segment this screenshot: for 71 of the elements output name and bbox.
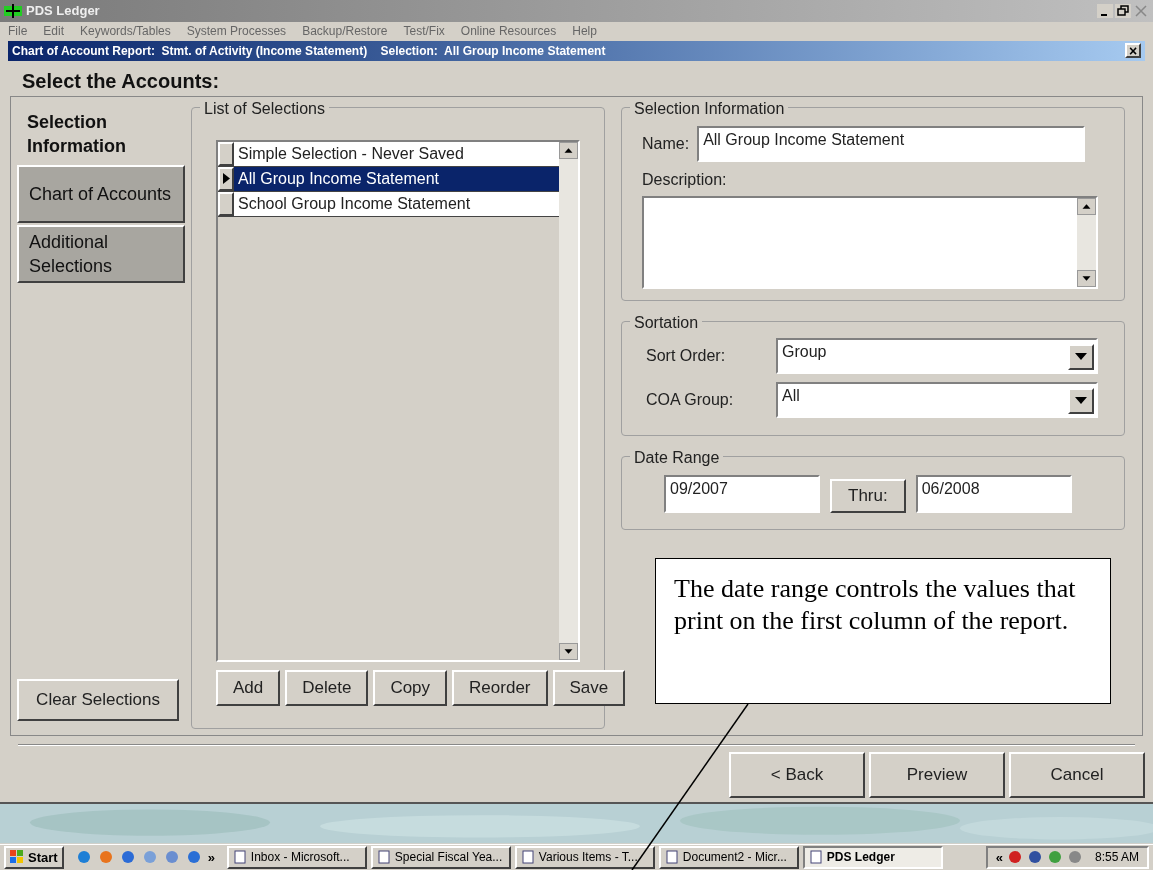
page-heading: Select the Accounts: (22, 68, 221, 94)
scroll-down-icon[interactable] (559, 642, 578, 660)
menu-item[interactable]: Keywords/Tables (80, 22, 171, 41)
quick-launch-icon[interactable] (119, 849, 136, 866)
dialog-title: Chart of Account Report: Stmt. of Activity (Income Statement) Selection: All Group Income Statement (12, 42, 606, 60)
document-icon (664, 850, 679, 865)
menu-item[interactable]: System Processes (186, 22, 287, 41)
field-label: COA Group: (646, 389, 735, 410)
scroll-down-icon[interactable] (1077, 269, 1096, 287)
button[interactable]: Copy (373, 669, 448, 706)
menu-item[interactable]: File (8, 22, 28, 41)
tray-expand-button[interactable]: « (995, 847, 1003, 868)
dropdown[interactable]: Group (776, 337, 1098, 374)
callout-box: The date range controls the values that print on the first column of the report. (655, 558, 1111, 704)
document-icon (520, 850, 535, 865)
tray-icon[interactable] (1046, 849, 1063, 866)
quick-launch-icon[interactable] (75, 849, 92, 866)
document-icon (232, 850, 247, 865)
quick-launch-icon[interactable] (97, 849, 114, 866)
date-from-field[interactable]: 09/2007 (664, 474, 820, 513)
taskbar-button[interactable]: Document2 - Micr... (658, 845, 799, 869)
button[interactable]: < Back (729, 751, 865, 798)
button[interactable]: Thru: (830, 478, 906, 513)
side-tab[interactable]: Additional Selections (17, 224, 185, 283)
button[interactable]: Reorder (452, 669, 548, 706)
field-label: Sort Order: (646, 345, 727, 366)
quick-launch-icon[interactable] (185, 849, 202, 866)
button[interactable]: Save (552, 669, 626, 706)
taskbar-button[interactable]: PDS Ledger (802, 845, 943, 869)
dropdown-arrow-icon (1075, 397, 1087, 405)
field-label: Name: (642, 133, 690, 154)
taskbar-button[interactable]: Inbox - Microsoft... (226, 845, 367, 869)
button[interactable]: Add (216, 669, 281, 706)
dropdown-arrow-icon (1075, 353, 1087, 361)
tray-icon[interactable] (1006, 849, 1023, 866)
date-to-field[interactable]: 06/2008 (915, 474, 1072, 513)
menu-item[interactable]: Edit (43, 22, 65, 41)
field-label: Description: (642, 169, 728, 190)
menu-item[interactable]: Online Resources (460, 22, 557, 41)
side-tab[interactable]: Chart of Accounts (17, 164, 185, 223)
dialog-close-button[interactable]: × (1125, 43, 1141, 59)
app-icon (4, 3, 22, 18)
start-button[interactable]: Start (4, 845, 64, 869)
scroll-up-icon[interactable] (1077, 197, 1096, 215)
more-icons-button[interactable]: » (207, 847, 215, 868)
clock: 8:55 AM (1094, 849, 1139, 867)
restore-icon[interactable] (1115, 3, 1131, 18)
taskbar-button[interactable]: Various Items - T... (514, 845, 655, 869)
scrollbar[interactable] (1077, 197, 1096, 287)
document-icon (808, 850, 823, 865)
quick-launch-icon[interactable] (163, 849, 180, 866)
button[interactable]: Cancel (1009, 751, 1145, 798)
description-field[interactable] (642, 195, 1098, 289)
button[interactable]: Clear Selections (17, 678, 179, 721)
menu-item[interactable]: Backup/Restore (302, 22, 388, 41)
row-pointer-icon (222, 173, 230, 185)
menu-item[interactable]: Test/Fix (403, 22, 445, 41)
tray-icon[interactable] (1026, 849, 1043, 866)
scrollbar[interactable] (559, 141, 578, 660)
name-field[interactable]: All Group Income Statement (697, 125, 1086, 162)
menu-item[interactable]: Help (572, 22, 597, 41)
dropdown[interactable]: All (776, 381, 1098, 418)
scroll-up-icon[interactable] (559, 141, 578, 159)
taskbar-button[interactable]: Special Fiscal Yea... (370, 845, 511, 869)
minimize-icon[interactable] (1097, 3, 1113, 18)
button[interactable]: Delete (285, 669, 369, 706)
tray-icon[interactable] (1066, 849, 1083, 866)
document-icon (376, 850, 391, 865)
windows-logo-icon (10, 850, 24, 865)
window-title: PDS Ledger (26, 2, 100, 20)
button[interactable]: Preview (869, 751, 1005, 798)
